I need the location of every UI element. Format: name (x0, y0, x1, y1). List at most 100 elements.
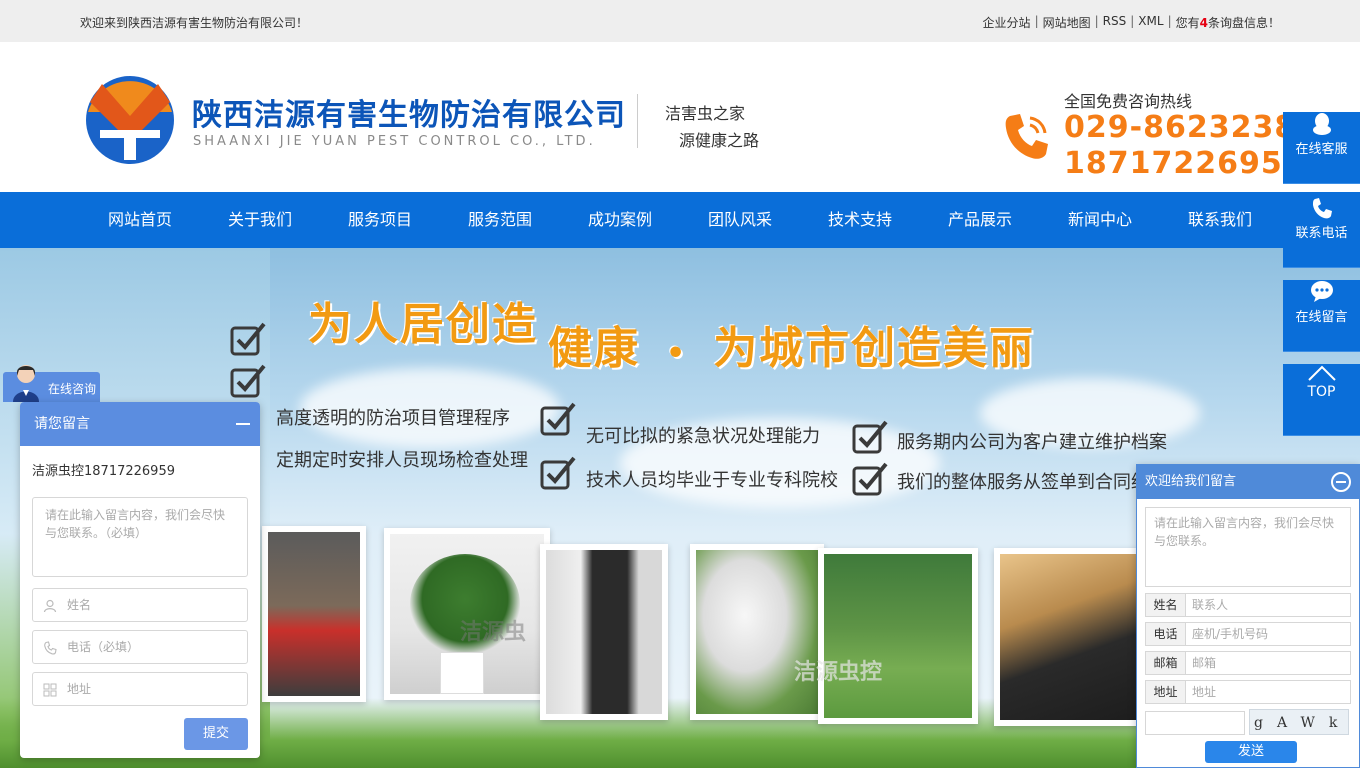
nav-item-home[interactable]: 网站首页 (80, 192, 200, 248)
nav-item-contact[interactable]: 联系我们 (1160, 192, 1280, 248)
service-photo: 洁源虫控 (794, 548, 978, 724)
contact-info-text: 洁源虫控18717226959 (32, 464, 175, 479)
feature-text: 服务期内公司为客户建立维护档案 (897, 432, 1167, 453)
top-bar: 欢迎来到陕西洁源有害生物防治有限公司！ 企业分站 | 网站地图 | RSS | … (0, 0, 1360, 42)
phone-label: 电话 (1146, 623, 1186, 645)
phone-input[interactable] (67, 637, 237, 657)
site-header: 陕西洁源有害生物防治有限公司 SHAANXI JIE YUAN PEST CON… (0, 42, 1360, 192)
contact-phone-button[interactable]: 联系电话 (1283, 196, 1360, 268)
nav-item-products[interactable]: 产品展示 (920, 192, 1040, 248)
headline-city: 为城市创造美丽 (713, 323, 1036, 374)
feature-text: 高度透明的防治项目管理程序 (276, 408, 510, 429)
top-links: 企业分站 | 网站地图 | RSS | XML | 您有4条询盘信息！ (983, 14, 1280, 31)
main-nav: 网站首页 关于我们 服务项目 服务范围 成功案例 团队风采 技术支持 产品展示 … (0, 192, 1360, 248)
separator: | (1167, 14, 1172, 28)
service-photo (262, 526, 366, 702)
feature-text: 我们的整体服务从签单到合同终 (897, 472, 1149, 493)
arrow-up-icon (1307, 365, 1336, 381)
submit-button[interactable]: 提交 (184, 718, 248, 750)
headline-health: 健康 (548, 323, 640, 374)
nav-item-service-area[interactable]: 服务范围 (440, 192, 560, 248)
back-to-top-label: TOP (1307, 384, 1336, 400)
online-consult-tab[interactable]: 在线咨询 (3, 365, 100, 402)
qq-penguin-icon (1312, 113, 1331, 135)
link-rss[interactable]: RSS (1103, 14, 1127, 31)
service-photo (540, 544, 668, 720)
headline-part-1: 为人居创造 (308, 299, 538, 350)
feature-text: 技术人员均毕业于专业专科院校 (586, 470, 838, 491)
captcha-image[interactable]: gAWk (1249, 709, 1349, 735)
address-label: 地址 (1146, 681, 1186, 703)
captcha-input[interactable] (1145, 711, 1245, 735)
message-content-input[interactable] (32, 497, 248, 577)
feature-text: 定期定时安排人员现场检查处理 (276, 450, 528, 471)
online-service-label: 在线客服 (1295, 142, 1348, 157)
hotline-number-2: 18717226959 (1064, 146, 1305, 181)
separator: | (1130, 14, 1135, 28)
agent-avatar-icon (13, 365, 39, 402)
address-input[interactable] (67, 679, 237, 699)
photo-watermark: 洁源虫 (460, 620, 527, 645)
online-consult-label: 在线咨询 (48, 382, 97, 396)
brand-name-cn: 陕西洁源有害生物防治有限公司 (192, 98, 626, 133)
separator: | (1034, 14, 1039, 28)
name-row: 姓名 (1145, 593, 1351, 617)
photo-watermark: 洁源虫控 (794, 660, 883, 685)
nav-item-services[interactable]: 服务项目 (320, 192, 440, 248)
welcome-text: 欢迎来到陕西洁源有害生物防治有限公司！ (80, 16, 309, 30)
message-panel-header: 欢迎给我们留言 (1137, 465, 1359, 499)
online-message-label: 在线留言 (1295, 310, 1348, 325)
message-panel-right: 欢迎给我们留言 姓名 电话 邮箱 地址 gAWk 发送 (1136, 464, 1360, 768)
name-label: 姓名 (1146, 594, 1186, 616)
service-photo (690, 544, 824, 720)
checkmark-icon (540, 456, 576, 490)
phone-row: 电话 (1145, 622, 1351, 646)
address-input[interactable] (1186, 681, 1350, 703)
separator: | (1094, 14, 1099, 28)
phone-icon (1312, 198, 1332, 219)
name-field[interactable] (32, 588, 248, 622)
link-sitemap[interactable]: 网站地图 (1043, 14, 1091, 31)
address-row: 地址 (1145, 680, 1351, 704)
nav-item-cases[interactable]: 成功案例 (560, 192, 680, 248)
phone-icon (1005, 114, 1048, 159)
service-photo (994, 548, 1144, 726)
slogan-line-1: 洁害虫之家 (665, 104, 746, 123)
phone-input[interactable] (1186, 623, 1350, 645)
chat-bubble-icon (1310, 281, 1333, 302)
minimize-circle-icon[interactable] (1331, 472, 1351, 492)
grid-icon (43, 683, 57, 697)
send-button[interactable]: 发送 (1205, 741, 1297, 763)
nav-item-tech-support[interactable]: 技术支持 (800, 192, 920, 248)
checkmark-icon (852, 420, 888, 454)
company-logo-icon[interactable] (80, 72, 180, 164)
service-photo: 洁源虫 (384, 528, 550, 700)
online-service-button[interactable]: 在线客服 (1283, 112, 1360, 184)
online-message-button[interactable]: 在线留言 (1283, 280, 1360, 352)
checkmark-icon (852, 462, 888, 496)
nav-item-team[interactable]: 团队风采 (680, 192, 800, 248)
email-row: 邮箱 (1145, 651, 1351, 675)
minimize-icon[interactable] (236, 423, 250, 425)
link-branch-sites[interactable]: 企业分站 (983, 14, 1031, 31)
inquiry-link[interactable]: 您有4条询盘信息！ (1176, 14, 1280, 31)
inquiry-prefix: 您有 (1175, 16, 1200, 30)
phone-field[interactable] (32, 630, 248, 664)
back-to-top-button[interactable]: TOP (1283, 364, 1360, 436)
user-icon (43, 599, 57, 613)
contact-name-input[interactable] (1186, 594, 1350, 616)
headline-dot: • (666, 336, 688, 371)
nav-item-about[interactable]: 关于我们 (200, 192, 320, 248)
plant-pot (440, 652, 484, 694)
name-input[interactable] (67, 595, 237, 615)
nav-item-news[interactable]: 新闻中心 (1040, 192, 1160, 248)
email-label: 邮箱 (1146, 652, 1186, 674)
brand-name-en: SHAANXI JIE YUAN PEST CONTROL CO., LTD. (193, 134, 596, 149)
email-input[interactable] (1186, 652, 1350, 674)
headline-part-2: 健康 • 为城市创造美丽 (548, 312, 1035, 376)
address-field[interactable] (32, 672, 248, 706)
link-xml[interactable]: XML (1138, 14, 1163, 31)
feature-text: 无可比拟的紧急状况处理能力 (586, 426, 820, 447)
message-panel-title: 欢迎给我们留言 (1145, 474, 1237, 489)
message-content-input[interactable] (1145, 507, 1351, 587)
